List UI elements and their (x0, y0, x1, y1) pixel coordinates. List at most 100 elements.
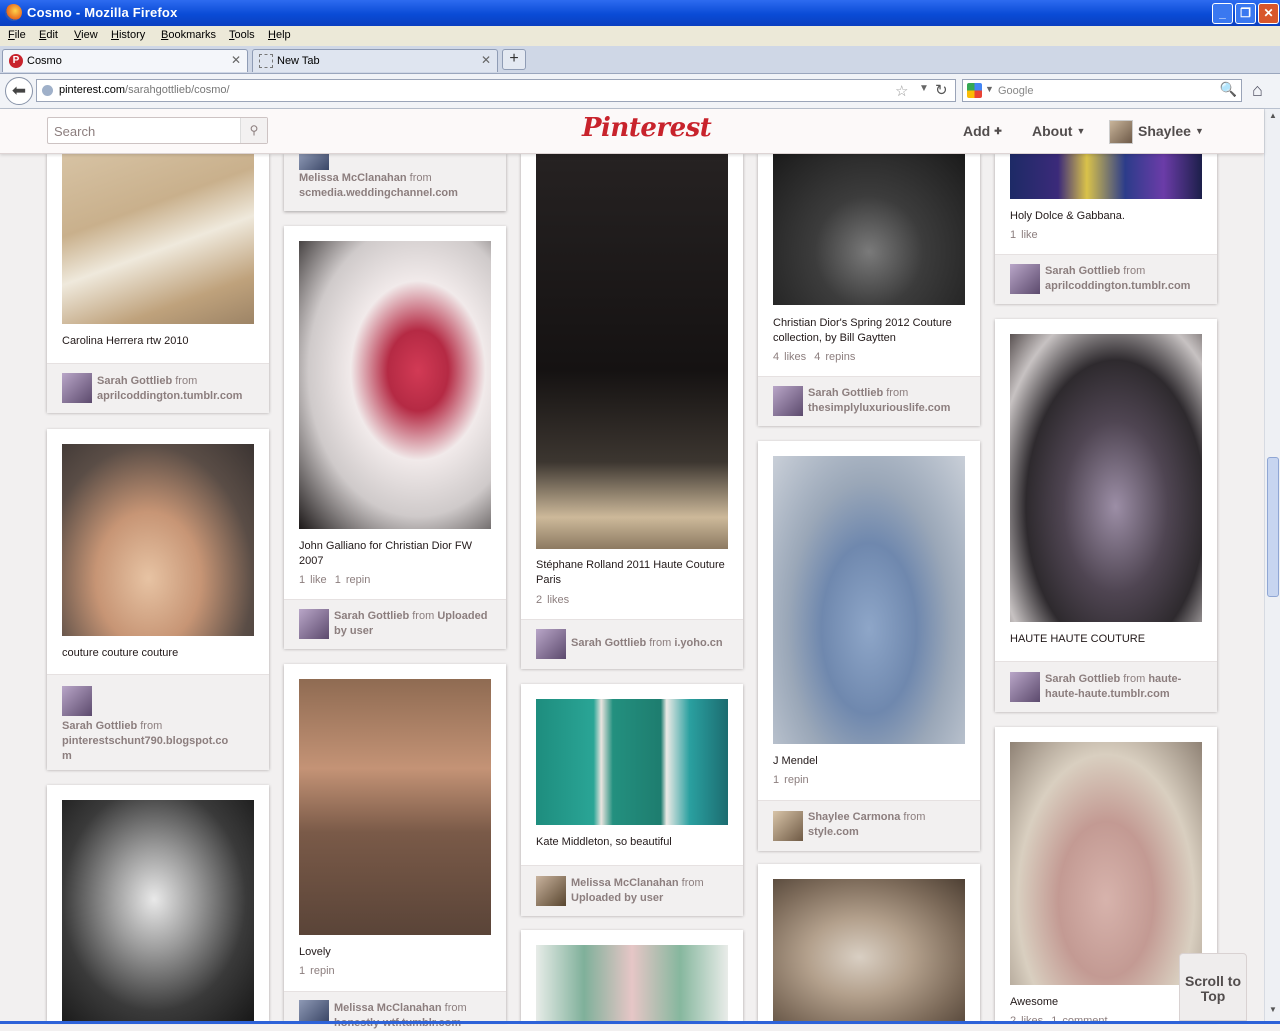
pin-card[interactable]: Stéphane Rolland 2011 Haute Couture Pari… (521, 153, 743, 669)
menu-edit[interactable]: Edit (39, 29, 58, 41)
page-scrollbar[interactable]: ▲ ▼ (1264, 109, 1280, 1021)
pin-card[interactable]: Holy Dolce & Gabbana. 1 like Sarah Gottl… (995, 153, 1217, 304)
pinner-link[interactable]: Sarah Gottlieb (571, 637, 646, 649)
pinner-link[interactable]: Sarah Gottlieb (1045, 265, 1120, 277)
pin-image[interactable] (773, 456, 965, 744)
source-link[interactable]: aprilcoddington.tumblr.com (1045, 280, 1190, 292)
avatar[interactable] (536, 629, 566, 659)
menu-history[interactable]: History (111, 29, 145, 41)
minimize-button[interactable]: _ (1212, 3, 1233, 24)
menu-help[interactable]: Help (268, 29, 291, 41)
engine-dropdown-icon[interactable]: ▼ (985, 84, 994, 94)
pin-image[interactable] (1010, 153, 1202, 199)
pin-image[interactable] (773, 879, 965, 1021)
scroll-up-icon[interactable]: ▲ (1267, 111, 1279, 123)
address-bar[interactable]: pinterest.com/sarahgottlieb/cosmo/ ☆ ▼ ↻ (36, 79, 956, 102)
pinner-link[interactable]: Sarah Gottlieb (97, 375, 172, 387)
avatar[interactable] (62, 373, 92, 403)
pinner-link[interactable]: Sarah Gottlieb (808, 387, 883, 399)
google-engine-icon[interactable] (967, 83, 982, 98)
tab-close-icon[interactable]: ✕ (481, 53, 491, 67)
avatar[interactable] (1010, 672, 1040, 702)
menu-file[interactable]: File (8, 29, 26, 41)
avatar[interactable] (299, 153, 329, 170)
search-placeholder: Search (54, 124, 96, 139)
pin-card[interactable]: HAUTE HAUTE COUTURE Sarah Gottlieb from … (995, 319, 1217, 712)
about-menu[interactable]: About ▼ (1032, 123, 1085, 139)
likes-count: 1 like (1010, 229, 1038, 241)
avatar[interactable] (536, 876, 566, 906)
maximize-button[interactable]: ❐ (1235, 3, 1256, 24)
attribution-text: Sarah Gottlieb from i.yoho.cn (571, 637, 723, 649)
pin-card[interactable] (758, 864, 980, 1021)
pin-card[interactable]: John Galliano for Christian Dior FW 2007… (284, 226, 506, 649)
pin-card[interactable]: Kate Middleton, so beautiful Melissa McC… (521, 684, 743, 916)
avatar[interactable] (62, 686, 92, 716)
source-link[interactable]: i.yoho.cn (674, 637, 722, 649)
pin-image[interactable] (1010, 742, 1202, 985)
scroll-down-icon[interactable]: ▼ (1267, 1005, 1279, 1017)
pin-image[interactable] (299, 241, 491, 529)
pin-image[interactable] (62, 153, 254, 324)
home-icon[interactable]: ⌂ (1252, 80, 1263, 101)
tab-new-tab[interactable]: New Tab ✕ (252, 49, 498, 72)
menu-tools[interactable]: Tools (229, 29, 255, 41)
pinner-link[interactable]: Sarah Gottlieb (62, 720, 137, 732)
pin-image[interactable] (62, 444, 254, 636)
add-menu[interactable]: Add ✚ (963, 123, 1002, 139)
pinner-link[interactable]: Sarah Gottlieb (334, 610, 409, 622)
pin-image[interactable] (62, 800, 254, 1021)
pin-image[interactable] (773, 153, 965, 305)
pin-card[interactable] (47, 785, 269, 1021)
pinterest-search-input[interactable]: Search ⚲ (47, 117, 268, 144)
pin-image[interactable] (1010, 334, 1202, 622)
menu-bookmarks[interactable]: Bookmarks (161, 29, 216, 41)
pin-card[interactable]: Christian Dior's Spring 2012 Couture col… (758, 153, 980, 426)
pinner-link[interactable]: Melissa McClanahan (299, 172, 407, 184)
source-link[interactable]: thesimplyluxuriouslife.com (808, 402, 950, 414)
source-link[interactable]: Uploaded by user (571, 892, 663, 904)
menu-view[interactable]: View (74, 29, 98, 41)
search-icon[interactable]: 🔍 (1220, 81, 1237, 98)
web-search-box[interactable]: ▼ Google 🔍 (962, 79, 1242, 102)
pin-card[interactable]: Carolina Herrera rtw 2010 Sarah Gottlieb… (47, 153, 269, 413)
avatar[interactable] (773, 811, 803, 841)
history-dropdown-icon[interactable]: ▼ (919, 83, 929, 94)
source-link[interactable]: pinterestschunt790.blogspot.com (62, 735, 228, 762)
back-button[interactable]: ⬅ (5, 77, 33, 105)
pinterest-logo[interactable]: Pinterest (582, 113, 712, 143)
avatar[interactable] (299, 1000, 329, 1022)
source-link[interactable]: style.com (808, 826, 859, 838)
user-avatar[interactable] (1109, 120, 1133, 144)
pinner-link[interactable]: Melissa McClanahan (334, 1002, 442, 1014)
tab-cosmo[interactable]: P Cosmo ✕ (2, 49, 248, 72)
search-icon[interactable]: ⚲ (240, 118, 267, 143)
scrollbar-thumb[interactable] (1267, 457, 1279, 597)
tab-close-icon[interactable]: ✕ (231, 53, 241, 67)
pin-card[interactable]: couture couture couture Sarah Gottlieb f… (47, 429, 269, 770)
reload-icon[interactable]: ↻ (935, 81, 948, 99)
pinner-link[interactable]: Melissa McClanahan (571, 877, 679, 889)
pin-card[interactable]: J Mendel 1 repin Shaylee Carmona from sty… (758, 441, 980, 851)
avatar[interactable] (773, 386, 803, 416)
pin-image[interactable] (536, 699, 728, 825)
source-link[interactable]: aprilcoddington.tumblr.com (97, 390, 242, 402)
pinner-link[interactable]: Sarah Gottlieb (1045, 673, 1120, 685)
pin-image[interactable] (536, 945, 728, 1021)
close-window-button[interactable]: ✕ (1258, 3, 1279, 24)
avatar[interactable] (299, 609, 329, 639)
pin-card[interactable]: Lovely 1 repin Melissa McClanahan fromho… (284, 664, 506, 1029)
new-tab-button[interactable]: + (502, 49, 526, 70)
scroll-to-top-button[interactable]: Scroll to Top (1179, 953, 1247, 1021)
pin-image[interactable] (536, 153, 728, 549)
pin-card[interactable] (521, 930, 743, 1021)
avatar[interactable] (1010, 264, 1040, 294)
user-menu[interactable]: Shaylee ▼ (1138, 123, 1204, 139)
attribution-text: Sarah Gottlieb from pinterestschunt790.bl… (62, 720, 229, 762)
site-identity-icon[interactable] (42, 85, 53, 96)
pinner-link[interactable]: Shaylee Carmona (808, 811, 900, 823)
source-link[interactable]: scmedia.weddingchannel.com (299, 187, 458, 199)
pin-image[interactable] (299, 679, 491, 935)
bookmark-star-icon[interactable]: ☆ (895, 82, 908, 100)
pin-card[interactable]: Melissa McClanahan from scmedia.weddingch… (284, 153, 506, 211)
